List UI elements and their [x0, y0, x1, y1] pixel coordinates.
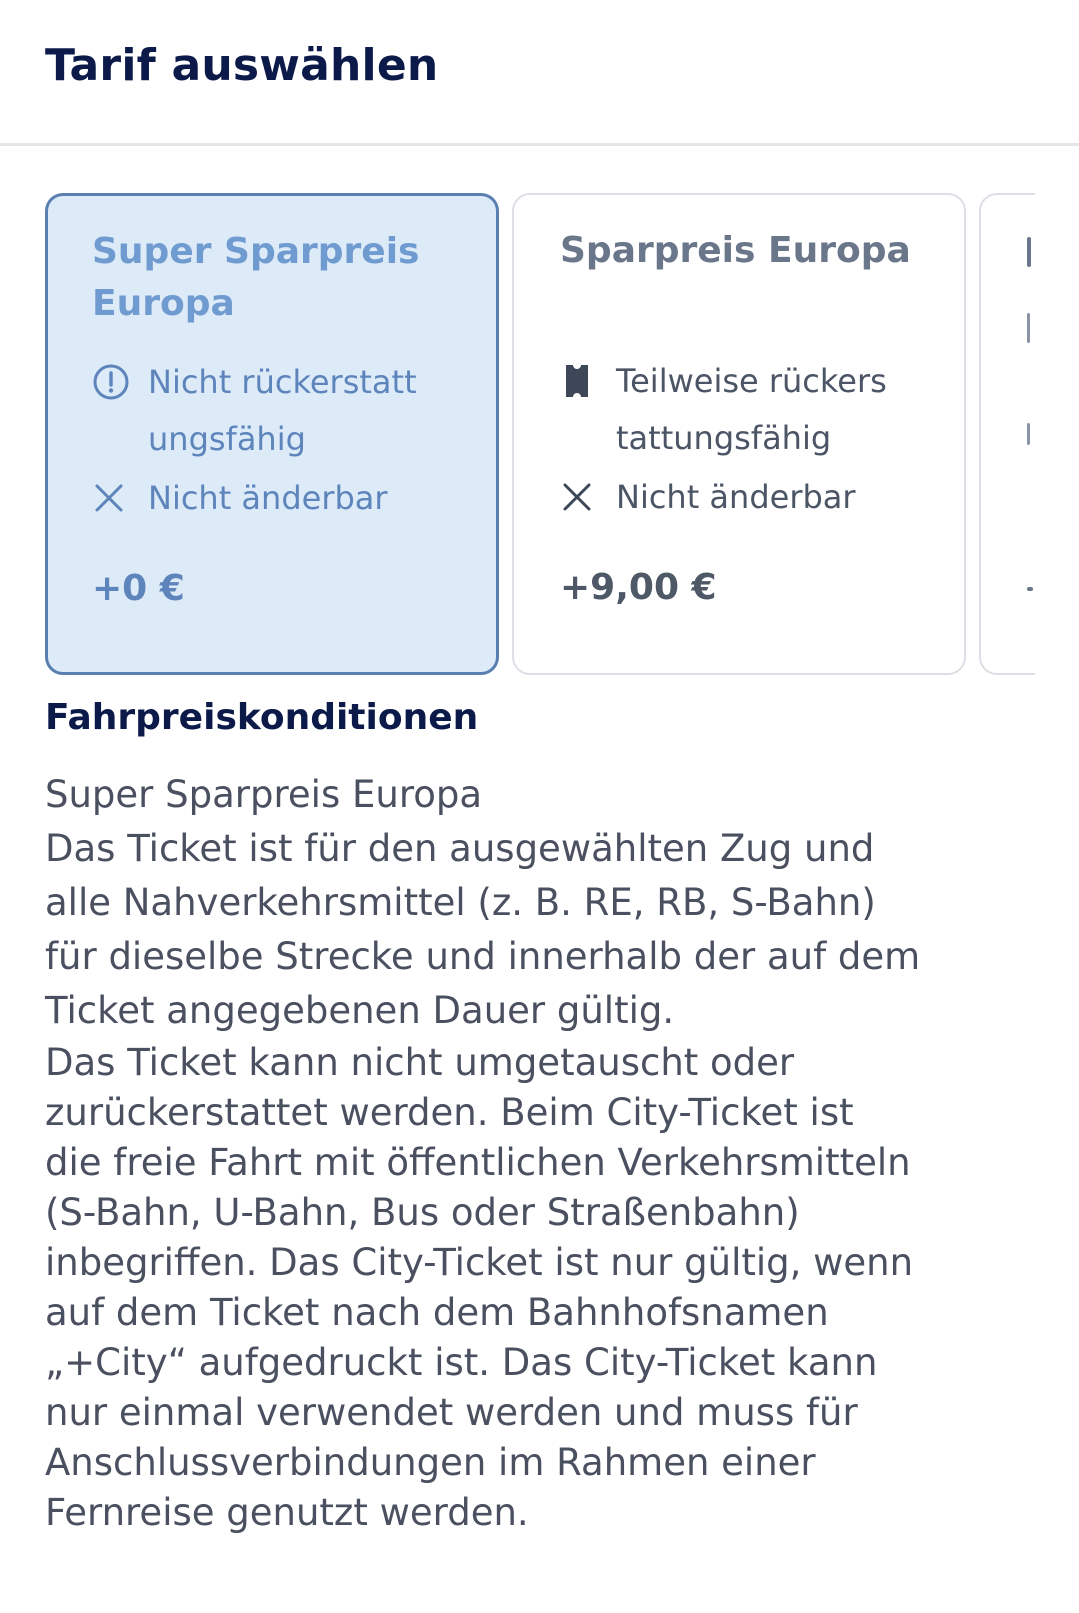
header-divider: [0, 143, 1079, 146]
ticket-icon: [560, 353, 616, 409]
refund-text-line: tattungsfähig: [616, 419, 832, 457]
fare-card-sparpreis-europa[interactable]: Sparpreis Europa Teilweise rückers tattu…: [512, 193, 966, 675]
fare-price: +0 €: [92, 568, 185, 609]
conditions-line: Fernreise genutzt werden.: [45, 1491, 529, 1534]
refund-text-line: ungsfähig: [148, 420, 306, 458]
conditions-line: inbegriffen. Das City-Ticket ist nur gül…: [45, 1241, 914, 1284]
conditions-line: zurückerstattet werden. Beim City-Ticket…: [45, 1091, 854, 1134]
fare-card-super-sparpreis-europa[interactable]: Super Sparpreis Europa Nicht rückerstatt…: [45, 193, 499, 675]
info-circle-icon: [92, 354, 148, 410]
change-text: Nicht änderbar: [148, 479, 388, 517]
conditions-line: Das Ticket kann nicht umgetauscht oder: [45, 1041, 795, 1084]
refund-text: Nicht rückerstatt ungsfähig: [148, 354, 417, 468]
change-feature: Nicht änderbar: [560, 469, 960, 526]
partial-price-glyph: [1027, 587, 1033, 591]
conditions-text: Super Sparpreis Europa Das Ticket ist fü…: [45, 768, 1045, 1538]
refund-feature: Teilweise rückers tattungsfähig: [560, 353, 960, 467]
partial-title-glyph: [1027, 313, 1030, 343]
conditions-line: „+City“ aufgedruckt ist. Das City-Ticket…: [45, 1341, 878, 1384]
partial-feature-glyph: [1027, 423, 1030, 445]
conditions-line: die freie Fahrt mit öffentlichen Verkehr…: [45, 1141, 911, 1184]
page-title: Tarif auswählen: [45, 40, 439, 91]
change-text: Nicht änderbar: [616, 478, 856, 516]
change-feature: Nicht änderbar: [92, 470, 492, 527]
conditions-line: (S-Bahn, U-Bahn, Bus oder Straßenbahn): [45, 1191, 800, 1234]
refund-text-line: Nicht rückerstatt: [148, 363, 417, 401]
close-x-icon: [560, 469, 616, 525]
refund-text-line: Teilweise rückers: [616, 362, 887, 400]
fare-carousel[interactable]: Super Sparpreis Europa Nicht rückerstatt…: [45, 193, 1035, 677]
conditions-line: Super Sparpreis Europa: [45, 773, 483, 816]
partial-title-glyph: [1027, 237, 1031, 267]
conditions-line: Das Ticket ist für den ausgewählten Zug …: [45, 827, 875, 870]
refund-feature: Nicht rückerstatt ungsfähig: [92, 354, 492, 468]
fare-price: +9,00 €: [560, 567, 717, 608]
conditions-line: Anschlussverbindungen im Rahmen einer: [45, 1441, 816, 1484]
conditions-line: für dieselbe Strecke und innerhalb der a…: [45, 935, 921, 978]
refund-text: Teilweise rückers tattungsfähig: [616, 353, 887, 467]
fare-card-next-partial[interactable]: [979, 193, 1035, 675]
close-x-icon: [92, 470, 148, 526]
conditions-line: auf dem Ticket nach dem Bahnhofsnamen: [45, 1291, 829, 1334]
fare-card-title: Sparpreis Europa: [560, 230, 911, 271]
fare-card-title: Super Sparpreis Europa: [92, 231, 420, 324]
conditions-line: alle Nahverkehrsmittel (z. B. RE, RB, S-…: [45, 881, 876, 924]
conditions-line: Ticket angegebenen Dauer gültig.: [45, 989, 675, 1032]
conditions-title: Fahrpreiskonditionen: [45, 697, 479, 738]
conditions-line: nur einmal verwendet werden und muss für: [45, 1391, 858, 1434]
